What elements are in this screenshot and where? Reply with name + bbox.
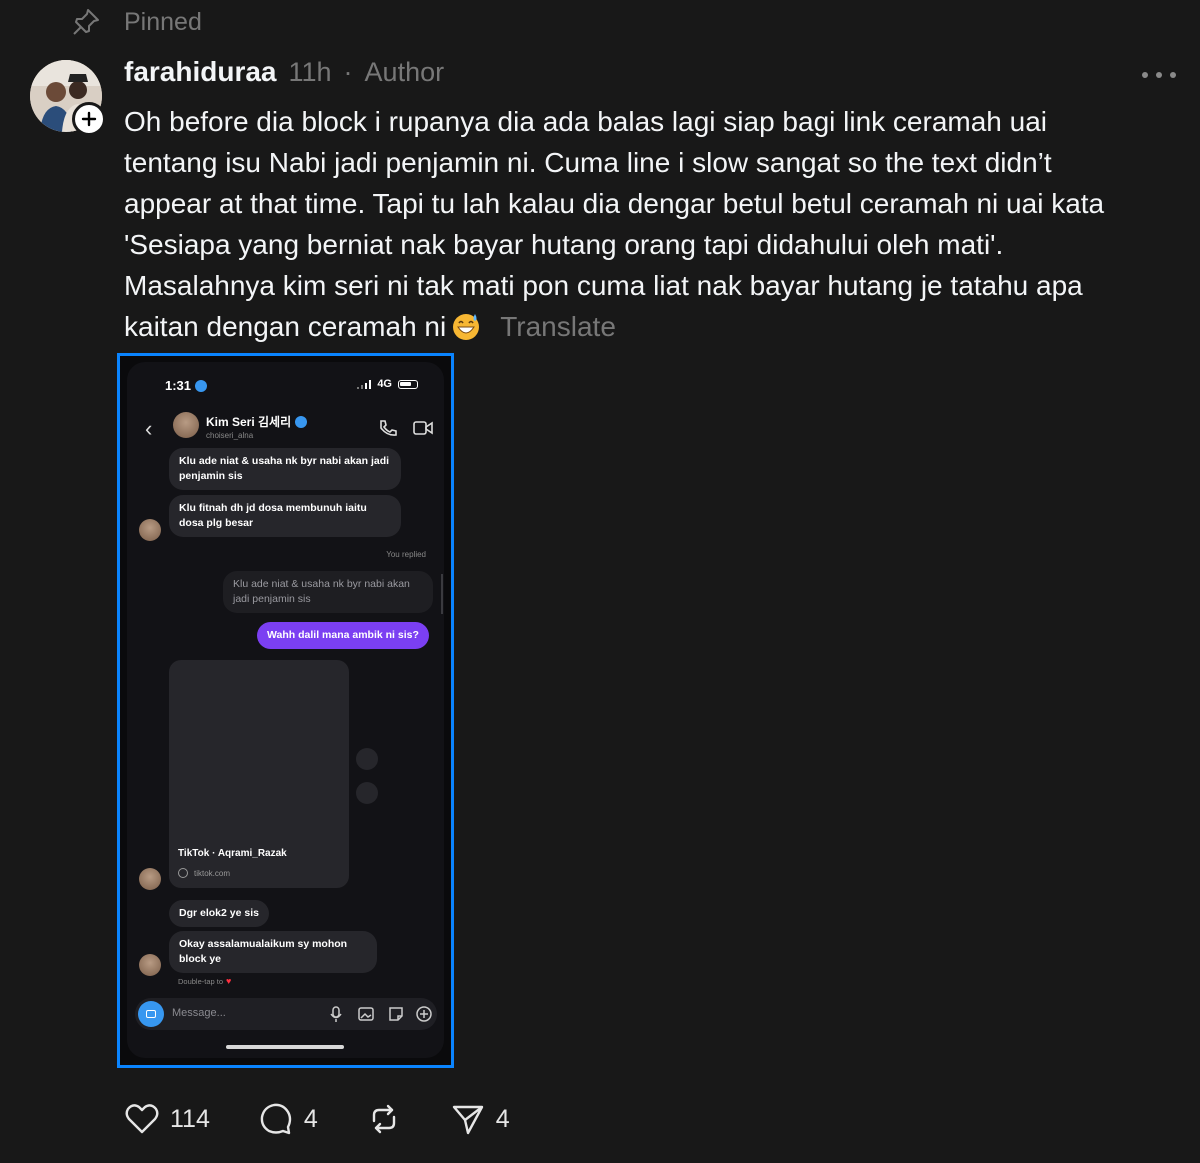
video-call-icon [413, 421, 433, 435]
like-count: 114 [170, 1104, 210, 1133]
heart-icon: ♥ [226, 976, 232, 986]
sender-avatar [139, 519, 161, 541]
attached-image[interactable]: 1:31 4G ‹ Kim Seri 김세리 choiseri_alna Klu… [117, 353, 454, 1068]
my-message-bubble: Wahh dalil mana ambik ni sis? [257, 622, 429, 649]
composer-placeholder: Message... [172, 1007, 226, 1019]
post-line: tentang isu Nabi jadi penjamin ni. Cuma … [124, 147, 1052, 178]
battery-icon [398, 379, 418, 389]
contact-avatar [173, 412, 199, 438]
phone-screenshot: 1:31 4G ‹ Kim Seri 김세리 choiseri_alna Klu… [127, 362, 444, 1058]
quoted-reply: Klu ade niat & usaha nk byr nabi akan ja… [223, 571, 433, 613]
repost-button[interactable] [366, 1101, 402, 1137]
message-bubble: Okay assalamualaikum sy mohon block ye [169, 931, 377, 973]
signal-icon [357, 379, 372, 389]
link-preview-card: TikTok · Aqrami_Razak tiktok.com [169, 660, 349, 888]
translate-link[interactable]: Translate [500, 311, 616, 342]
back-icon: ‹ [145, 416, 153, 441]
microphone-icon [330, 1006, 342, 1022]
contact-handle: choiseri_alna [206, 431, 254, 440]
home-indicator [226, 1045, 344, 1049]
link-title: TikTok · Aqrami_Razak [178, 848, 287, 859]
dot-icon [1156, 72, 1162, 78]
grinning-sweat-emoji-icon [453, 314, 480, 340]
post-line: appear at that time. Tapi tu lah kalau d… [124, 188, 1105, 219]
verified-icon [295, 415, 308, 428]
pinned-label: Pinned [124, 7, 202, 36]
add-icon [416, 1006, 432, 1022]
double-tap-text: Double-tap to [178, 976, 224, 986]
sender-avatar [139, 868, 161, 890]
chat-header: ‹ Kim Seri 김세리 choiseri_alna [127, 408, 444, 448]
info-icon [356, 748, 378, 770]
contact-name-text: Kim Seri 김세리 [206, 415, 292, 429]
message-bubble: Klu fitnah dh jd dosa membunuh iaitu dos… [169, 495, 401, 537]
reply-bar [441, 574, 443, 614]
reply-count: 4 [303, 1104, 318, 1133]
double-tap-hint: Double-tap to ♥ [178, 976, 231, 986]
post-line: Masalahnya kim seri ni tak mati pon cuma… [124, 270, 1083, 301]
repost-icon [372, 1104, 395, 1134]
post-line-last: kaitan dengan ceramah ni Translate [124, 306, 1174, 347]
message-composer: Message... [135, 998, 437, 1030]
author-avatar[interactable] [30, 60, 106, 136]
post-time[interactable]: 11h [289, 57, 332, 88]
comment-icon [260, 1103, 292, 1135]
sticker-icon [389, 1007, 403, 1021]
like-button[interactable]: 114 [124, 1101, 210, 1137]
action-bar: 114 4 4 [124, 1098, 558, 1140]
share-count: 4 [495, 1104, 510, 1133]
post-header: farahiduraa 11h · Author [124, 56, 444, 96]
author-badge: Author [364, 57, 445, 87]
post-line: Oh before dia block i rupanya dia ada ba… [124, 106, 1048, 137]
post-body: Oh before dia block i rupanya dia ada ba… [124, 101, 1174, 347]
globe-icon [178, 868, 188, 878]
dot-icon [1142, 72, 1148, 78]
pin-icon [73, 9, 99, 35]
heart-icon [125, 1104, 159, 1134]
send-icon [452, 1105, 483, 1135]
more-options-button[interactable] [1142, 60, 1176, 90]
camera-icon [138, 1001, 164, 1027]
share-button[interactable]: 4 [450, 1101, 510, 1137]
dot-icon [1170, 72, 1176, 78]
username-link[interactable]: farahiduraa [124, 56, 277, 88]
reply-button[interactable]: 4 [258, 1101, 318, 1137]
status-time: 1:31 [165, 378, 192, 393]
pinned-indicator: Pinned [70, 4, 202, 40]
status-bar-time: 1:31 [165, 378, 208, 393]
contact-name: Kim Seri 김세리 [206, 413, 308, 430]
message-bubble: Klu ade niat & usaha nk byr nabi akan ja… [169, 448, 401, 490]
message-bubble: Dgr elok2 ye sis [169, 900, 269, 927]
link-domain-text: tiktok.com [194, 868, 231, 878]
post-line: 'Sesiapa yang berniat nak bayar hutang o… [124, 229, 1004, 260]
network-label: 4G [377, 378, 392, 390]
location-icon [195, 379, 208, 392]
status-bar-right: 4G [357, 378, 418, 390]
phone-call-icon [380, 420, 397, 436]
post-line: kaitan dengan ceramah ni [124, 311, 447, 342]
separator: · [343, 57, 353, 87]
share-icon [356, 782, 378, 804]
gallery-icon [358, 1007, 374, 1021]
follow-button[interactable] [72, 102, 106, 136]
you-replied-label: You replied [386, 550, 426, 559]
sender-avatar [139, 954, 161, 976]
link-domain: tiktok.com [178, 868, 230, 878]
plus-icon [81, 111, 97, 127]
